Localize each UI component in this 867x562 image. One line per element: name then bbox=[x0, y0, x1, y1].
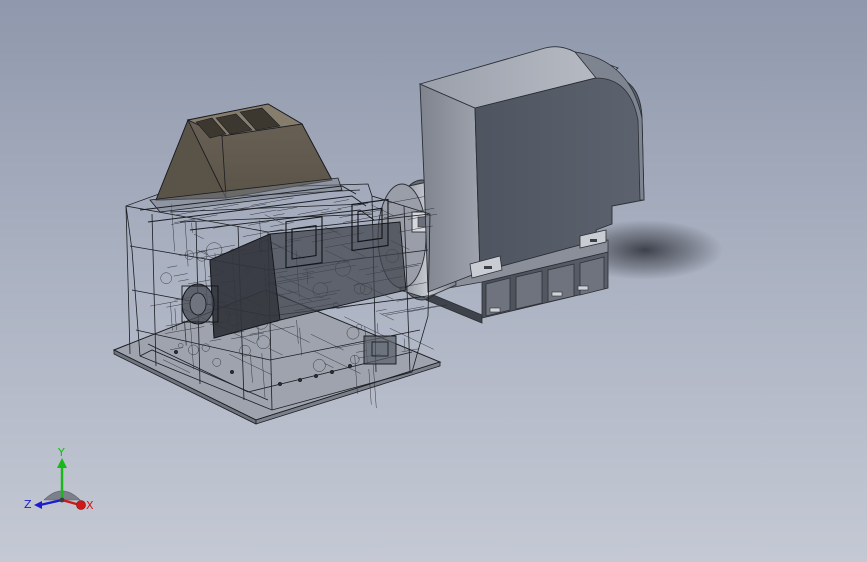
mesh-line bbox=[171, 219, 196, 225]
motor-assembly[interactable] bbox=[377, 46, 723, 324]
base-bolt bbox=[329, 369, 335, 375]
mesh-line bbox=[184, 220, 189, 267]
mesh-line bbox=[167, 265, 178, 268]
mesh-line bbox=[187, 279, 211, 285]
base-bolt bbox=[277, 381, 283, 387]
x-axis-label: X bbox=[86, 499, 94, 512]
crusher-hopper bbox=[149, 103, 343, 213]
mesh-line bbox=[375, 309, 387, 312]
crusher-junction-box bbox=[363, 335, 397, 365]
mesh-line bbox=[377, 323, 379, 334]
mesh-line bbox=[173, 273, 188, 277]
mesh-circle bbox=[160, 272, 172, 284]
z-axis-label: Z bbox=[24, 498, 32, 511]
mesh-line bbox=[175, 209, 205, 216]
base-bolt bbox=[297, 377, 303, 383]
z-axis-arrow bbox=[34, 501, 42, 509]
base-bolt bbox=[173, 349, 179, 355]
base-bolt bbox=[347, 363, 353, 369]
mesh-line bbox=[198, 244, 235, 252]
mesh-circle bbox=[184, 250, 195, 260]
view-orientation-triad[interactable]: Y X Z bbox=[24, 446, 94, 512]
mesh-line bbox=[249, 209, 277, 216]
motor-base-front bbox=[425, 291, 483, 324]
graphics-viewport[interactable]: Y X Z bbox=[0, 0, 867, 562]
mesh-line bbox=[170, 302, 173, 331]
triad-origin bbox=[59, 497, 65, 503]
mesh-line bbox=[193, 233, 204, 240]
mesh-line bbox=[333, 199, 350, 203]
y-axis-arrow bbox=[57, 458, 67, 468]
x-axis-knob bbox=[76, 500, 86, 510]
base-bolt bbox=[313, 373, 319, 379]
y-axis-label: Y bbox=[57, 446, 65, 459]
z-axis-line bbox=[39, 498, 63, 507]
mesh-line bbox=[191, 222, 193, 233]
base-bolt bbox=[229, 369, 235, 375]
mesh-circle bbox=[196, 250, 208, 262]
mesh-line bbox=[385, 305, 439, 316]
mesh-line bbox=[297, 208, 330, 215]
crusher-assembly[interactable] bbox=[112, 103, 448, 425]
mesh-line bbox=[178, 279, 189, 282]
mesh-line bbox=[273, 213, 285, 216]
